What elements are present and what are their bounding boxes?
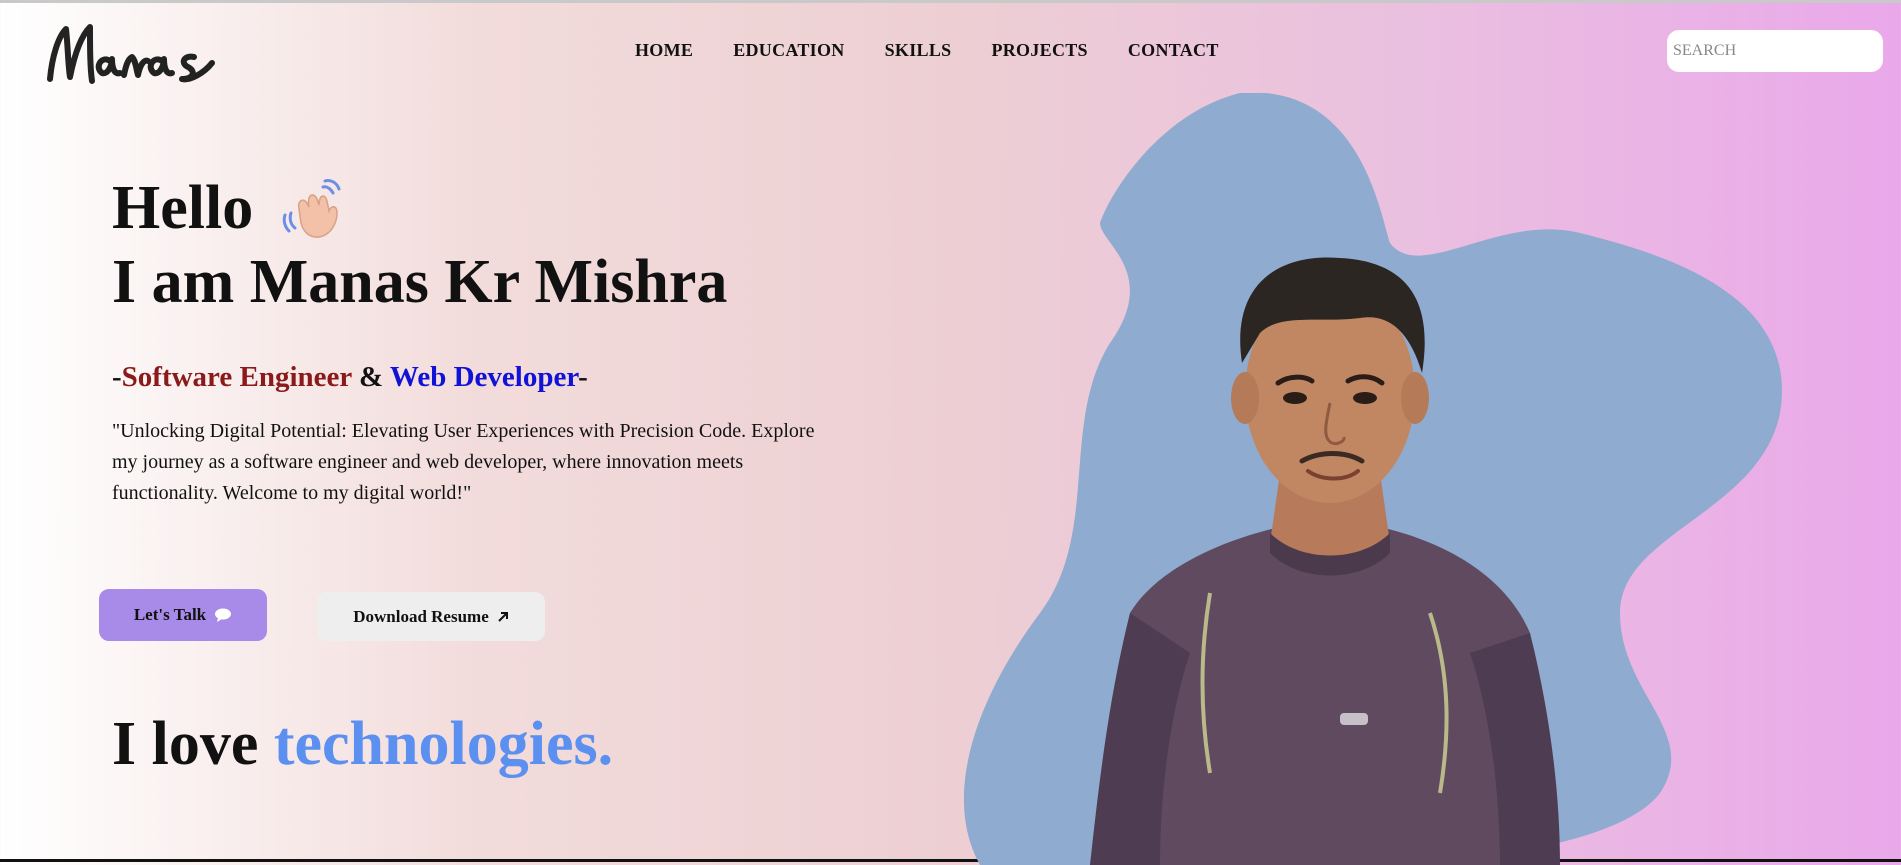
main-nav: HOME EDUCATION SKILLS PROJECTS CONTACT: [635, 40, 1259, 61]
roles-line: -Software Engineer & Web Developer-: [112, 361, 588, 394]
roles-joiner: &: [351, 361, 390, 393]
roles-prefix: -: [112, 361, 122, 393]
download-resume-label: Download Resume: [353, 606, 489, 626]
tagline-highlight: technologies.: [273, 710, 614, 778]
search-input[interactable]: [1667, 30, 1883, 72]
greeting: Hello: [112, 175, 349, 241]
logo[interactable]: [44, 17, 224, 97]
nav-skills[interactable]: SKILLS: [885, 40, 952, 61]
download-resume-button[interactable]: Download Resume: [317, 592, 545, 641]
nav-education[interactable]: EDUCATION: [733, 40, 844, 61]
role-web-developer: Web Developer: [389, 361, 579, 393]
hero-name: I am Manas Kr Mishra: [112, 248, 728, 316]
roles-suffix: -: [578, 361, 588, 393]
greeting-text: Hello: [112, 174, 254, 242]
hero-illustration: [963, 93, 1782, 865]
waving-hand-icon: [282, 179, 341, 238]
nav-contact[interactable]: CONTACT: [1128, 40, 1219, 61]
arrow-up-right-icon: [498, 611, 508, 622]
chat-bubble-icon: [215, 608, 232, 622]
intro-paragraph: "Unlocking Digital Potential: Elevating …: [112, 420, 815, 504]
lets-talk-button[interactable]: Let's Talk: [99, 589, 267, 641]
tagline-lead: I love: [112, 710, 274, 778]
nav-projects[interactable]: PROJECTS: [991, 40, 1087, 61]
tagline: I love technologies.: [112, 713, 613, 775]
role-software-engineer: Software Engineer: [121, 361, 352, 393]
nav-home[interactable]: HOME: [635, 40, 693, 61]
lets-talk-label: Let's Talk: [133, 605, 207, 624]
